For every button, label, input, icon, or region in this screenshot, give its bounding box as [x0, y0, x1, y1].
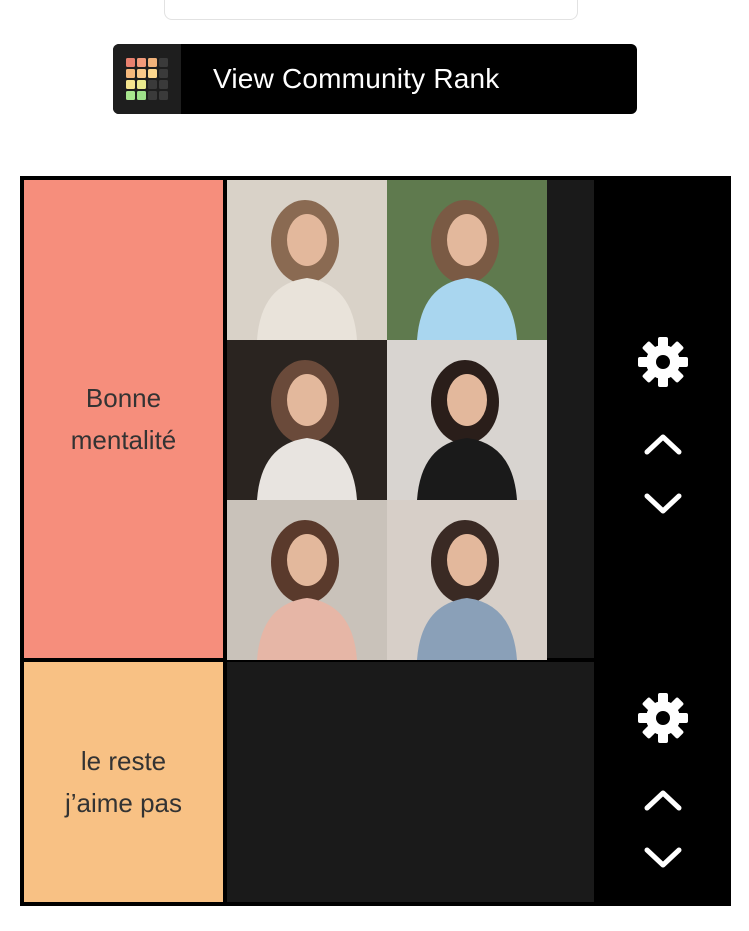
tier-list: Bonne mentalité le reste j’aime pas — [20, 176, 731, 906]
tier-row-2: le reste j’aime pas — [20, 662, 731, 902]
chevron-up-icon[interactable] — [594, 788, 731, 812]
tier-items-1 — [227, 180, 594, 660]
grid-icon — [113, 44, 181, 114]
grid-cell — [126, 80, 135, 89]
tier-label-bonne-mentalite[interactable]: Bonne mentalité — [24, 180, 223, 658]
gear-icon[interactable] — [594, 334, 731, 390]
grid-cell — [159, 69, 168, 78]
grid-cell — [159, 80, 168, 89]
chevron-down-icon[interactable] — [594, 492, 731, 516]
grid-cell — [137, 80, 146, 89]
tier-items-2 — [227, 662, 594, 902]
tier-row-1: Bonne mentalité — [20, 180, 731, 660]
grid-cell — [159, 58, 168, 67]
grid-cell — [137, 58, 146, 67]
grid-cell — [137, 69, 146, 78]
photo-man-light-blue-suit[interactable] — [387, 180, 547, 340]
grid-cell — [148, 69, 157, 78]
chevron-down-icon[interactable] — [594, 846, 731, 870]
grid-cell — [126, 69, 135, 78]
tier-list-page: View Community Rank Bonne mentalité le r… — [0, 0, 749, 931]
photo-woman-mirror-jeans[interactable] — [387, 500, 547, 660]
search-box-edge[interactable] — [164, 0, 578, 20]
photo-woman-car-selfie[interactable] — [227, 340, 387, 500]
grid-cell — [148, 91, 157, 100]
grid-cell — [148, 58, 157, 67]
tier-controls-1 — [594, 180, 731, 658]
grid-cell — [126, 58, 135, 67]
photo-woman-honey-shirt[interactable] — [227, 500, 387, 660]
photo-woman-blonde-drink[interactable] — [227, 180, 387, 340]
gear-icon[interactable] — [594, 690, 731, 746]
view-community-rank-label: View Community Rank — [213, 63, 500, 94]
grid-cell — [137, 91, 146, 100]
chevron-up-icon[interactable] — [594, 432, 731, 456]
photo-woman-curly-hair[interactable] — [387, 340, 547, 500]
tier-controls-2 — [594, 662, 731, 902]
view-community-rank-button[interactable]: View Community Rank — [113, 44, 637, 114]
grid-cell — [159, 91, 168, 100]
tier-label-le-reste[interactable]: le reste j’aime pas — [24, 662, 223, 902]
grid-cell — [148, 80, 157, 89]
grid-cell — [126, 91, 135, 100]
